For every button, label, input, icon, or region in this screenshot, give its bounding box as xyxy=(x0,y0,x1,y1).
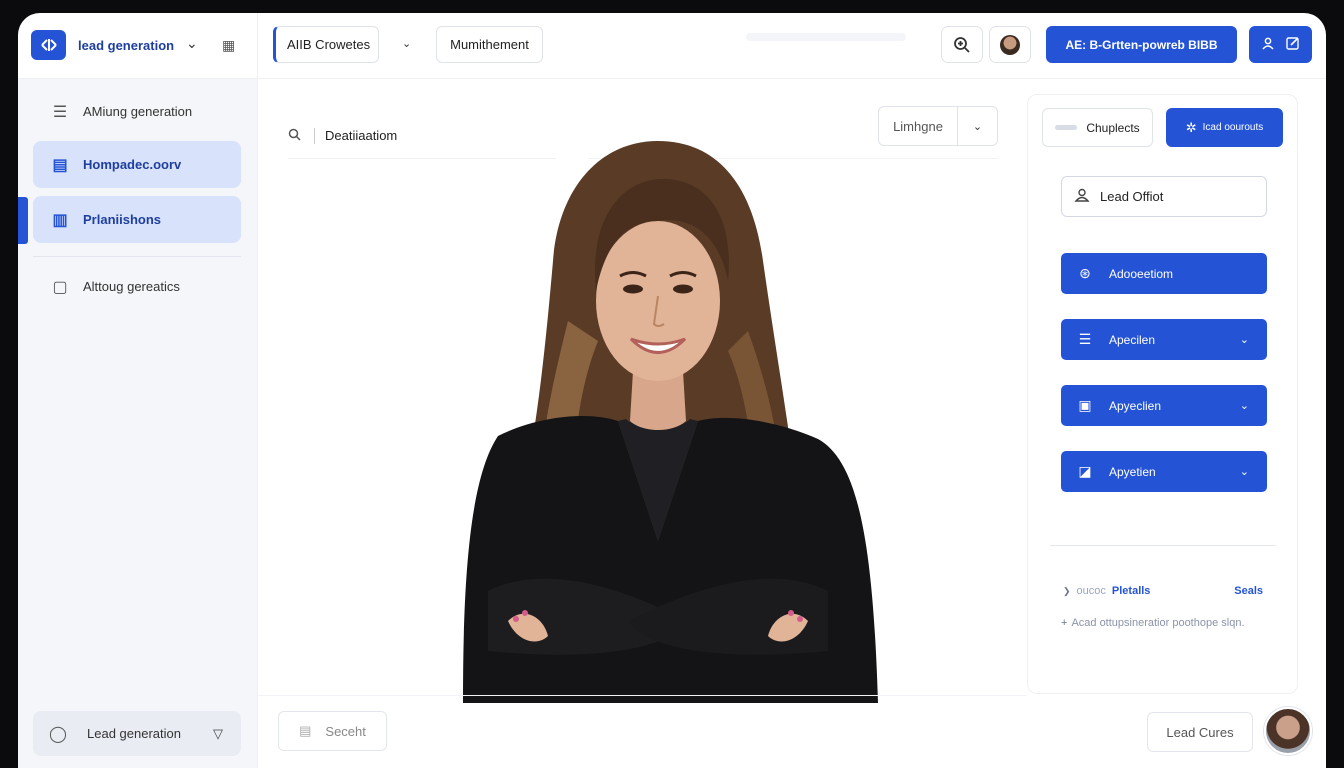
zoom-icon xyxy=(954,36,970,53)
tab-chuplects[interactable]: Chuplects xyxy=(1042,108,1153,147)
app-window: lead generation ⌄ ▦ AIIB Crowetes ⌄ Mumi… xyxy=(18,13,1326,768)
row-label: Adooeetiom xyxy=(1109,266,1174,281)
sidebar-item-label: AMiung generation xyxy=(83,104,193,119)
sidebar-footer-switcher[interactable]: ◯ Lead generation ▽ xyxy=(33,711,241,756)
panel-row-apyeclien[interactable]: ▣ Apyeclien ⌄ xyxy=(1061,385,1267,426)
list-icon: ☰ xyxy=(1078,331,1092,347)
sidebar-footer-label: Lead generation xyxy=(87,726,181,741)
profile-button[interactable] xyxy=(989,26,1031,63)
placeholder-bar xyxy=(1055,125,1078,130)
building-icon: ▤ xyxy=(52,156,68,174)
search-icon xyxy=(288,128,308,144)
sidebar-item-label: Prlaniishons xyxy=(83,212,162,227)
meta-left: oucoc xyxy=(1076,585,1106,597)
tab-mumithement[interactable]: Mumithement xyxy=(436,26,543,63)
document-icon: ▢ xyxy=(52,278,68,296)
top-bar: lead generation ⌄ ▦ AIIB Crowetes ⌄ Mumi… xyxy=(18,13,1326,79)
panel-note: + Acad ottupsineratior poothope slqn. xyxy=(1061,617,1276,629)
avatar[interactable] xyxy=(1264,707,1312,755)
placeholder-bar xyxy=(746,33,906,41)
tab-label: Icad oourouts xyxy=(1202,122,1264,133)
sidebar-item-hompadec[interactable]: ▤ Hompadec.oorv xyxy=(33,141,241,188)
seals-link[interactable]: Seals xyxy=(1234,585,1263,597)
select-label: Seceht xyxy=(325,723,366,739)
lead-officer-field[interactable]: Lead Offiot xyxy=(1061,176,1267,217)
image-icon: ▣ xyxy=(1078,397,1092,413)
user-icon[interactable] xyxy=(1261,36,1275,53)
panel-row-apyetien[interactable]: ◪ Apyetien ⌄ xyxy=(1061,451,1267,492)
row-label: Apecilen xyxy=(1109,332,1156,347)
select-button[interactable]: ▤ Seceht xyxy=(278,711,387,751)
arrow-icon: ❯ xyxy=(1063,585,1071,596)
avatar xyxy=(1000,34,1020,55)
chevron-down-icon[interactable]: ⌄ xyxy=(1240,333,1249,346)
divider xyxy=(257,695,1027,696)
row-label: Apyetien xyxy=(1109,464,1156,479)
filter-dropdown[interactable]: Limhgne ⌄ xyxy=(878,106,998,146)
chevron-down-icon[interactable]: ⌄ xyxy=(1240,399,1249,412)
sidebar-item-alttoug[interactable]: ▢ Alttoug gereatics xyxy=(33,263,241,310)
building-icon: ▤ xyxy=(299,723,312,738)
chart-icon: ◪ xyxy=(1078,463,1092,479)
chevron-down-icon[interactable]: ▽ xyxy=(213,726,223,742)
gear-icon: ✲ xyxy=(1185,119,1197,135)
chevron-down-icon[interactable]: ⌄ xyxy=(402,37,411,50)
gear-icon: ⊛ xyxy=(1079,265,1091,281)
sidebar-item-generation[interactable]: ☰ AMiung generation xyxy=(33,88,241,135)
list-icon: ☰ xyxy=(52,103,68,121)
action-group[interactable] xyxy=(1249,26,1312,63)
lightbulb-icon: ◯ xyxy=(49,725,67,743)
row-label: Apyeclien xyxy=(1109,398,1162,413)
primary-action-button[interactable]: AE: B-Grtten-powreb BIBB xyxy=(1046,26,1237,63)
logo-icon[interactable] xyxy=(31,30,66,60)
sidebar-item-prlaniishons[interactable]: ▥ Prlaniishons xyxy=(33,196,241,243)
lead-label: Lead Offiot xyxy=(1100,189,1164,204)
filter-label: Limhgne xyxy=(893,118,943,134)
panel-row-apecilen[interactable]: ☰ Apecilen ⌄ xyxy=(1061,319,1267,360)
note-text: Acad ottupsineratior poothope slqn. xyxy=(1071,617,1245,629)
chevron-down-icon[interactable]: ⌄ xyxy=(186,35,198,52)
edit-icon[interactable] xyxy=(1286,36,1300,53)
brand-label[interactable]: lead generation xyxy=(78,38,174,53)
user-icon xyxy=(1074,187,1090,207)
chevron-down-icon[interactable]: ⌄ xyxy=(1240,465,1249,478)
divider xyxy=(1050,545,1276,546)
tab-crowetes[interactable]: AIIB Crowetes xyxy=(273,26,379,63)
active-indicator xyxy=(18,197,28,244)
panel-row-adooeetiom[interactable]: ⊛ Adooeetiom xyxy=(1061,253,1267,294)
tab-label: Chuplects xyxy=(1086,120,1140,135)
plus-icon[interactable]: + xyxy=(1061,617,1067,629)
lead-cures-button[interactable]: Lead Cures xyxy=(1147,712,1253,752)
details-link[interactable]: Pletalls xyxy=(1112,585,1151,597)
sidebar-item-label: Hompadec.oorv xyxy=(83,157,182,172)
chevron-down-icon[interactable]: ⌄ xyxy=(958,120,997,133)
divider xyxy=(33,256,241,257)
building-icon: ▥ xyxy=(52,211,68,229)
sidebar-item-label: Alttoug gereatics xyxy=(83,279,180,294)
search-text[interactable]: Deatiiaatiom xyxy=(325,128,397,143)
panel-meta-row: ❯ oucoc Pletalls Seals xyxy=(1063,585,1263,597)
cursor-bar xyxy=(314,127,315,144)
tab-lead-accounts[interactable]: ✲ Icad oourouts xyxy=(1166,108,1283,147)
sidebar: ☰ AMiung generation ▤ Hompadec.oorv ▥ Pr… xyxy=(18,79,257,768)
grid-icon[interactable]: ▦ xyxy=(222,37,235,54)
sidebar-divider xyxy=(257,13,258,768)
portrait-image xyxy=(463,141,878,703)
zoom-button[interactable] xyxy=(941,26,983,63)
